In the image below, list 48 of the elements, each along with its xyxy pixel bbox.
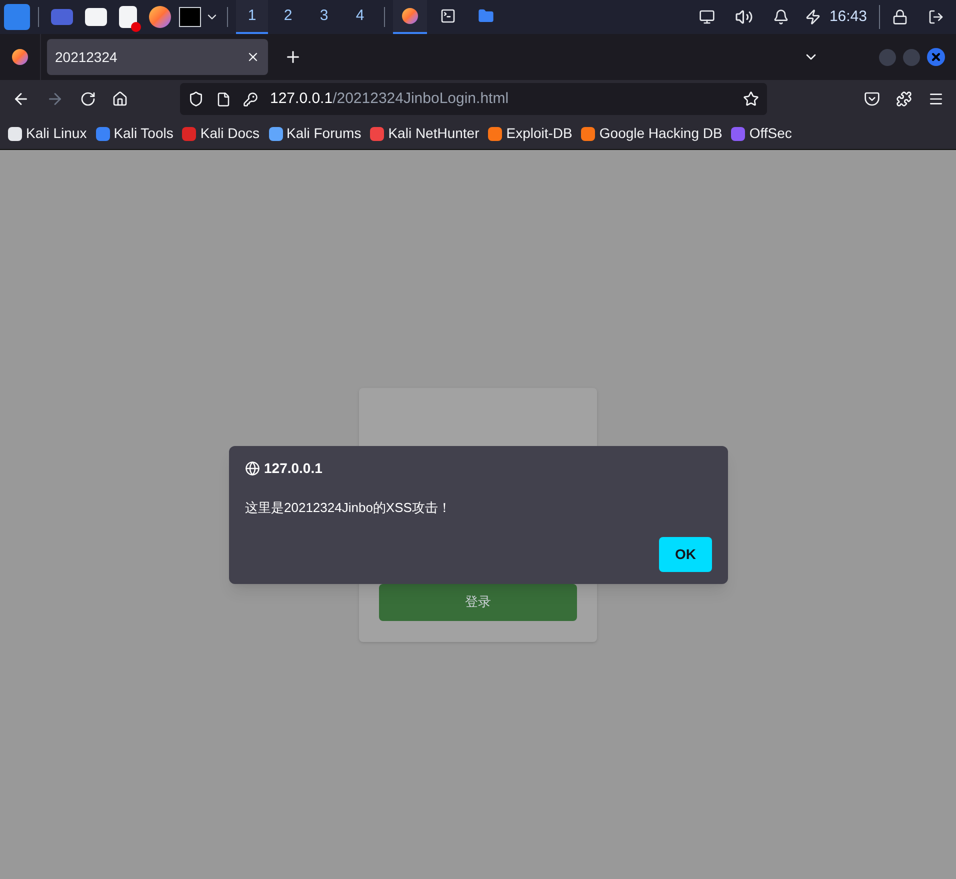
firefox-icon bbox=[402, 8, 418, 24]
login-button[interactable]: 登录 bbox=[379, 584, 577, 620]
new-tab-icon[interactable] bbox=[284, 48, 302, 66]
logout-icon[interactable] bbox=[928, 9, 944, 25]
network-icon[interactable] bbox=[699, 9, 716, 25]
home-icon[interactable] bbox=[112, 91, 128, 107]
bookmark-link[interactable]: Kali Linux bbox=[8, 123, 87, 144]
close-icon bbox=[930, 51, 942, 63]
workspace-button[interactable]: 2 bbox=[272, 0, 304, 34]
menu-icon[interactable] bbox=[928, 91, 944, 107]
firefox-icon[interactable] bbox=[149, 6, 171, 28]
reload-icon[interactable] bbox=[80, 91, 96, 107]
address-bar[interactable]: 127.0.0.1/20212324JinboLogin.html bbox=[180, 83, 767, 115]
forward-icon[interactable] bbox=[46, 90, 64, 108]
dialog-origin: 127.0.0.1 bbox=[264, 459, 322, 478]
bookmark-link[interactable]: Kali Forums bbox=[268, 123, 362, 144]
workspace-button[interactable]: 4 bbox=[344, 0, 376, 34]
bookmark-link[interactable]: Exploit-DB bbox=[488, 123, 572, 144]
bookmark-link[interactable]: Google Hacking DB bbox=[581, 123, 722, 144]
back-icon[interactable] bbox=[12, 90, 30, 108]
firefox-icon[interactable] bbox=[12, 49, 28, 65]
clock: 16:43 bbox=[829, 6, 867, 27]
ok-button[interactable]: OK bbox=[659, 537, 712, 572]
folder-icon bbox=[478, 8, 494, 24]
bookmark-link[interactable]: Kali NetHunter bbox=[370, 123, 480, 144]
close-icon[interactable] bbox=[246, 50, 260, 64]
close-button[interactable] bbox=[927, 48, 945, 66]
workspace-button[interactable]: 1 bbox=[236, 0, 268, 34]
bookmark-link[interactable]: OffSec bbox=[731, 123, 792, 144]
volume-icon[interactable] bbox=[735, 8, 754, 26]
pocket-icon[interactable] bbox=[864, 91, 880, 107]
bell-icon[interactable] bbox=[773, 9, 790, 25]
lock-icon[interactable] bbox=[892, 9, 908, 25]
bookmark-link[interactable]: Kali Tools bbox=[96, 123, 174, 144]
tab-title: 20212324 bbox=[55, 48, 118, 66]
browser-tab[interactable]: 20212324 bbox=[47, 39, 268, 75]
workspace-button[interactable]: 3 bbox=[308, 0, 340, 34]
extensions-icon[interactable] bbox=[896, 91, 912, 107]
power-icon[interactable] bbox=[805, 9, 822, 25]
bookmark-link[interactable]: Kali Docs bbox=[182, 123, 260, 144]
url-text: 127.0.0.1/20212324JinboLogin.html bbox=[270, 88, 510, 109]
bookmark-star-icon[interactable] bbox=[743, 91, 759, 107]
globe-icon bbox=[245, 461, 260, 476]
shield-icon[interactable] bbox=[188, 91, 204, 107]
key-icon[interactable] bbox=[243, 92, 258, 106]
dialog-message: 这里是20212324Jinbo的XSS攻击！ bbox=[245, 499, 452, 517]
window-button[interactable] bbox=[393, 0, 427, 34]
page-icon bbox=[216, 92, 231, 106]
